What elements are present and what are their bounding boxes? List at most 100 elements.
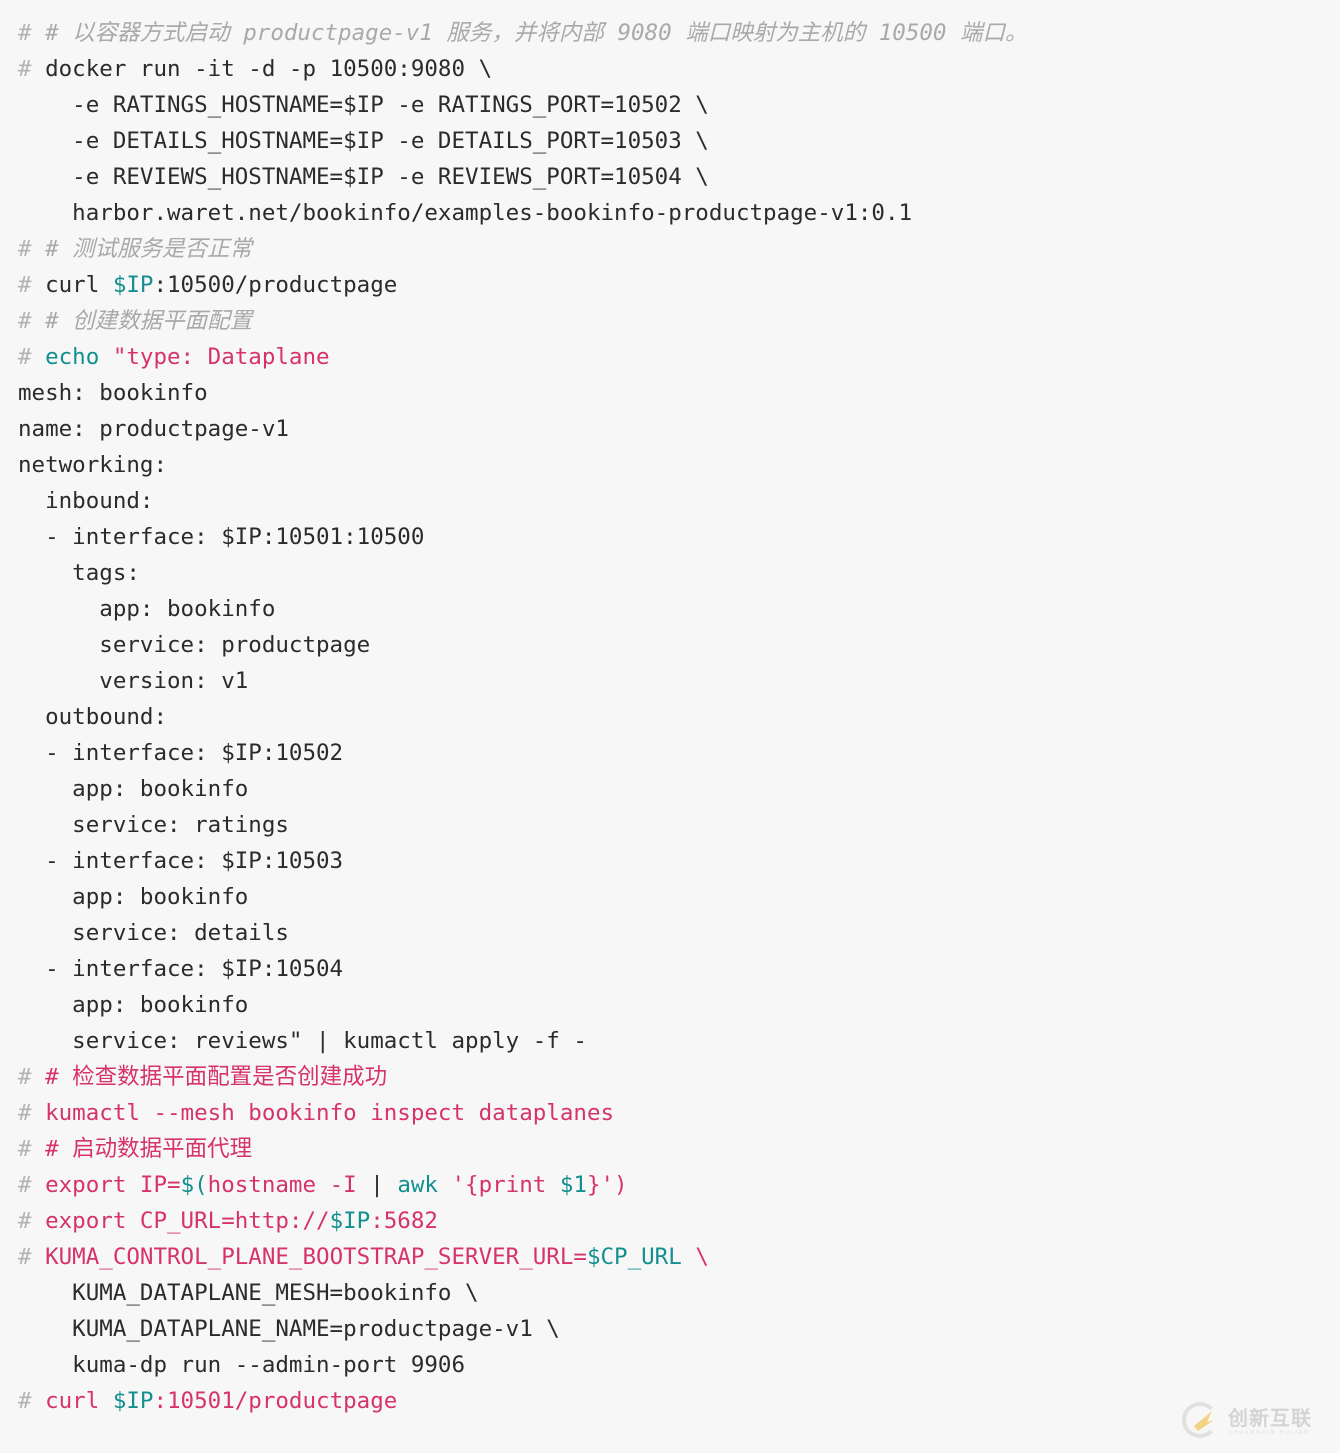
code-token-plain: -e REVIEWS_HOSTNAME=$IP -e REVIEWS_PORT=… (18, 164, 709, 190)
code-token-prompt: # (18, 1136, 46, 1162)
code-token-plain: mesh: bookinfo (18, 380, 208, 406)
code-token-plain: -e DETAILS_HOSTNAME=$IP -e DETAILS_PORT=… (18, 128, 709, 154)
code-token-red: kumactl --mesh bookinfo inspect dataplan… (45, 1100, 615, 1126)
code-line: -e DETAILS_HOSTNAME=$IP -e DETAILS_PORT=… (0, 123, 1340, 159)
code-token-red: \ (681, 1244, 709, 1270)
code-line: service: reviews" | kumactl apply -f - (0, 1023, 1340, 1059)
code-token-plain: :10500/productpage (153, 272, 398, 298)
code-line: # # 测试服务是否正常 (0, 231, 1340, 267)
code-token-red: export IP= (45, 1172, 181, 1198)
code-token-plain: tags: (18, 560, 140, 586)
code-line: # # 检查数据平面配置是否创建成功 (0, 1059, 1340, 1095)
code-line: # export CP_URL=http://$IP:5682 (0, 1203, 1340, 1239)
code-token-prompt: # (18, 344, 46, 370)
code-line: app: bookinfo (0, 987, 1340, 1023)
code-token-red: curl (45, 1388, 113, 1414)
code-token-plain: service: reviews" | kumactl apply -f - (18, 1028, 587, 1054)
code-block: # # 以容器方式启动 productpage-v1 服务，并将内部 9080 … (0, 15, 1340, 1453)
code-line: -e REVIEWS_HOSTNAME=$IP -e REVIEWS_PORT=… (0, 159, 1340, 195)
code-line: outbound: (0, 699, 1340, 735)
code-line: version: v1 (0, 663, 1340, 699)
code-token-prompt: # (18, 308, 46, 334)
code-line: # curl $IP:10501/productpage (0, 1383, 1340, 1419)
code-token-plain: - interface: $IP:10504 (18, 956, 344, 982)
code-token-prompt: # (18, 20, 46, 46)
code-token-prompt: # (18, 1388, 46, 1414)
code-token-teal: $CP_URL (586, 1244, 682, 1270)
code-line: mesh: bookinfo (0, 375, 1340, 411)
code-token-teal: $1 (559, 1172, 587, 1198)
code-line: tags: (0, 555, 1340, 591)
code-line: - interface: $IP:10504 (0, 951, 1340, 987)
watermark-en-label: CHUANGXIN HULIAN (1228, 1429, 1310, 1436)
code-line: # kumactl --mesh bookinfo inspect datapl… (0, 1095, 1340, 1131)
code-line: kuma-dp run --admin-port 9906 (0, 1347, 1340, 1383)
code-token-prompt: # (18, 236, 46, 262)
code-token-comment-red: # 启动数据平面代理 (45, 1136, 253, 1162)
code-token-prompt: # (18, 1064, 46, 1090)
code-line: - interface: $IP:10502 (0, 735, 1340, 771)
code-token-plain: | (370, 1172, 398, 1198)
code-line: service: ratings (0, 807, 1340, 843)
code-token-red: '{print (451, 1172, 560, 1198)
code-token-plain: app: bookinfo (18, 776, 249, 802)
code-token-red: KUMA_CONTROL_PLANE_BOOTSTRAP_SERVER_URL= (45, 1244, 587, 1270)
code-token-plain: - interface: $IP:10502 (18, 740, 344, 766)
code-token-comment: # 以容器方式启动 productpage-v1 服务，并将内部 9080 端口… (45, 20, 1028, 46)
code-token-comment-red: # 检查数据平面配置是否创建成功 (45, 1064, 388, 1090)
code-token-plain: app: bookinfo (18, 596, 276, 622)
code-token-red: :10501/productpage (153, 1388, 398, 1414)
code-token-comment: # 测试服务是否正常 (45, 236, 253, 262)
code-token-prompt: # (18, 56, 46, 82)
code-token-plain: - interface: $IP:10501:10500 (18, 524, 425, 550)
code-token-comment: # 创建数据平面配置 (45, 308, 253, 334)
code-token-plain: KUMA_DATAPLANE_MESH=bookinfo \ (18, 1280, 479, 1306)
code-token-teal: echo (45, 344, 113, 370)
code-line: # echo "type: Dataplane (0, 339, 1340, 375)
code-line: app: bookinfo (0, 591, 1340, 627)
code-token-prompt: # (18, 1244, 46, 1270)
code-token-prompt: # (18, 1208, 46, 1234)
code-token-prompt: # (18, 272, 46, 298)
code-line: # # 创建数据平面配置 (0, 303, 1340, 339)
code-line: service: productpage (0, 627, 1340, 663)
code-token-plain: KUMA_DATAPLANE_NAME=productpage-v1 \ (18, 1316, 560, 1342)
code-line: # curl $IP:10500/productpage (0, 267, 1340, 303)
code-line: name: productpage-v1 (0, 411, 1340, 447)
code-lines-container: # # 以容器方式启动 productpage-v1 服务，并将内部 9080 … (0, 15, 1340, 1419)
code-token-plain: -e RATINGS_HOSTNAME=$IP -e RATINGS_PORT=… (18, 92, 709, 118)
code-token-plain: - interface: $IP:10503 (18, 848, 344, 874)
code-line: app: bookinfo (0, 879, 1340, 915)
code-line: -e RATINGS_HOSTNAME=$IP -e RATINGS_PORT=… (0, 87, 1340, 123)
code-token-red: }') (586, 1172, 628, 1198)
code-line: # # 启动数据平面代理 (0, 1131, 1340, 1167)
code-token-plain: harbor.waret.net/bookinfo/examples-booki… (18, 200, 913, 226)
code-token-teal: $IP (112, 1388, 154, 1414)
code-token-plain: networking: (18, 452, 168, 478)
code-token-red: "type: Dataplane (112, 344, 330, 370)
code-token-prompt: # (18, 1100, 46, 1126)
code-token-red: export CP_URL=http:// (45, 1208, 330, 1234)
code-line: # KUMA_CONTROL_PLANE_BOOTSTRAP_SERVER_UR… (0, 1239, 1340, 1275)
code-line: # export IP=$(hostname -I | awk '{print … (0, 1167, 1340, 1203)
code-line: KUMA_DATAPLANE_MESH=bookinfo \ (0, 1275, 1340, 1311)
code-line: harbor.waret.net/bookinfo/examples-booki… (0, 195, 1340, 231)
code-token-plain: service: details (18, 920, 289, 946)
code-token-plain: app: bookinfo (18, 884, 249, 910)
code-token-teal: $( (180, 1172, 208, 1198)
code-line: KUMA_DATAPLANE_NAME=productpage-v1 \ (0, 1311, 1340, 1347)
code-line: networking: (0, 447, 1340, 483)
code-token-teal: $IP (329, 1208, 371, 1234)
code-token-red: :5682 (370, 1208, 438, 1234)
code-token-teal: $IP (112, 272, 154, 298)
code-token-plain: curl (45, 272, 113, 298)
code-line: # docker run -it -d -p 10500:9080 \ (0, 51, 1340, 87)
code-token-plain: service: ratings (18, 812, 289, 838)
code-token-plain: version: v1 (18, 668, 249, 694)
code-token-plain: service: productpage (18, 632, 371, 658)
code-line: inbound: (0, 483, 1340, 519)
code-token-plain: name: productpage-v1 (18, 416, 289, 442)
code-line: - interface: $IP:10501:10500 (0, 519, 1340, 555)
code-line: - interface: $IP:10503 (0, 843, 1340, 879)
code-token-teal: awk (397, 1172, 452, 1198)
